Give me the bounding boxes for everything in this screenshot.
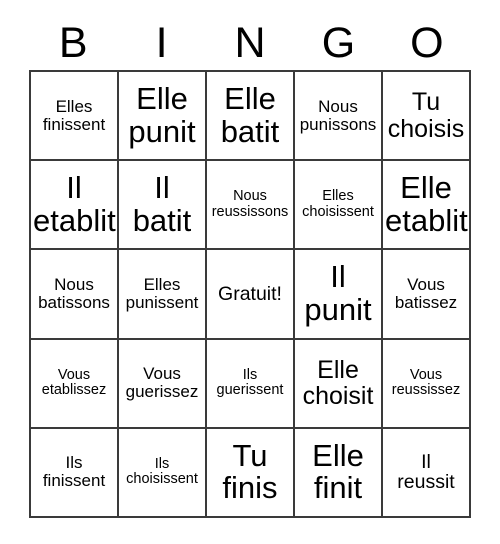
bingo-cell-label: Il punit [304, 259, 372, 327]
bingo-cell[interactable]: Vous batissez [383, 250, 471, 340]
bingo-cell[interactable]: Elle etablit [383, 161, 471, 251]
bingo-cell[interactable]: Vous guerissez [119, 339, 207, 429]
bingo-cell-label: Vous etablissez [41, 366, 107, 399]
bingo-cell[interactable]: Nous batissons [31, 250, 119, 340]
bingo-cell-label: Elle batit [220, 80, 280, 149]
bingo-cell-label: Vous guerissez [125, 364, 199, 402]
bingo-cell-label: Elle choisit [302, 355, 374, 411]
bingo-cell-label: Elles choisissent [302, 188, 374, 220]
bingo-cell-label: Ils guerissent [216, 366, 284, 399]
bingo-cell-label: Elle punit [128, 80, 196, 149]
header-letter-g: G [321, 18, 356, 67]
bingo-header: B I N G O [29, 16, 471, 70]
bingo-cell[interactable]: Ils choisissent [119, 428, 207, 518]
bingo-cell-label: Nous reussissons [211, 188, 289, 220]
header-letter-b: B [58, 18, 88, 67]
bingo-cell-label: Ils choisissent [126, 456, 198, 488]
bingo-cell[interactable]: Il reussit [383, 428, 471, 518]
bingo-cell[interactable]: Elles finissent [31, 72, 119, 162]
bingo-grid: Elles finissent Elle punit Elle batit No… [29, 70, 471, 518]
bingo-cell[interactable]: Tu choisis [383, 72, 471, 162]
bingo-cell[interactable]: Nous reussissons [207, 161, 295, 251]
bingo-cell-label: Elles punissent [125, 274, 199, 312]
bingo-card: B I N G O Elles finissent Elle punit Ell… [0, 0, 500, 544]
bingo-cell[interactable]: Ils finissent [31, 428, 119, 518]
bingo-cell-free-space[interactable]: Gratuit! [207, 250, 295, 340]
bingo-cell[interactable]: Il batit [119, 161, 207, 251]
bingo-cell-label: Elle etablit [385, 169, 468, 238]
bingo-cell[interactable]: Elle punit [119, 72, 207, 162]
bingo-cell[interactable]: Nous punissons [295, 72, 383, 162]
bingo-cell[interactable]: Elles choisissent [295, 161, 383, 251]
bingo-cell-label: Il reussit [397, 450, 455, 494]
bingo-cell-label: Vous batissez [394, 274, 458, 312]
bingo-cell[interactable]: Il etablit [31, 161, 119, 251]
bingo-cell-label: Il etablit [33, 169, 116, 238]
bingo-cell[interactable]: Vous reussissez [383, 339, 471, 429]
bingo-cell-label: Nous batissons [38, 274, 110, 312]
bingo-cell[interactable]: Elle finit [295, 428, 383, 518]
header-letter-i: I [155, 18, 168, 67]
bingo-cell-label: Tu finis [222, 437, 278, 506]
bingo-cell[interactable]: Vous etablissez [31, 339, 119, 429]
bingo-cell[interactable]: Elles punissent [119, 250, 207, 340]
bingo-cell-label: Elle finit [312, 437, 364, 506]
bingo-cell[interactable]: Il punit [295, 250, 383, 340]
bingo-cell[interactable]: Ils guerissent [207, 339, 295, 429]
bingo-cell[interactable]: Elle batit [207, 72, 295, 162]
bingo-cell[interactable]: Tu finis [207, 428, 295, 518]
bingo-cell-label: Gratuit! [218, 282, 282, 305]
bingo-cell-label: Vous reussissez [391, 366, 461, 399]
bingo-cell-label: Nous punissons [299, 96, 377, 134]
header-letter-o: O [410, 18, 444, 67]
header-letter-n: N [234, 18, 266, 67]
bingo-cell-label: Ils finissent [42, 453, 106, 491]
bingo-cell-label: Elles finissent [42, 96, 106, 134]
bingo-cell[interactable]: Elle choisit [295, 339, 383, 429]
bingo-cell-label: Tu choisis [387, 88, 465, 143]
bingo-cell-label: Il batit [132, 169, 192, 238]
